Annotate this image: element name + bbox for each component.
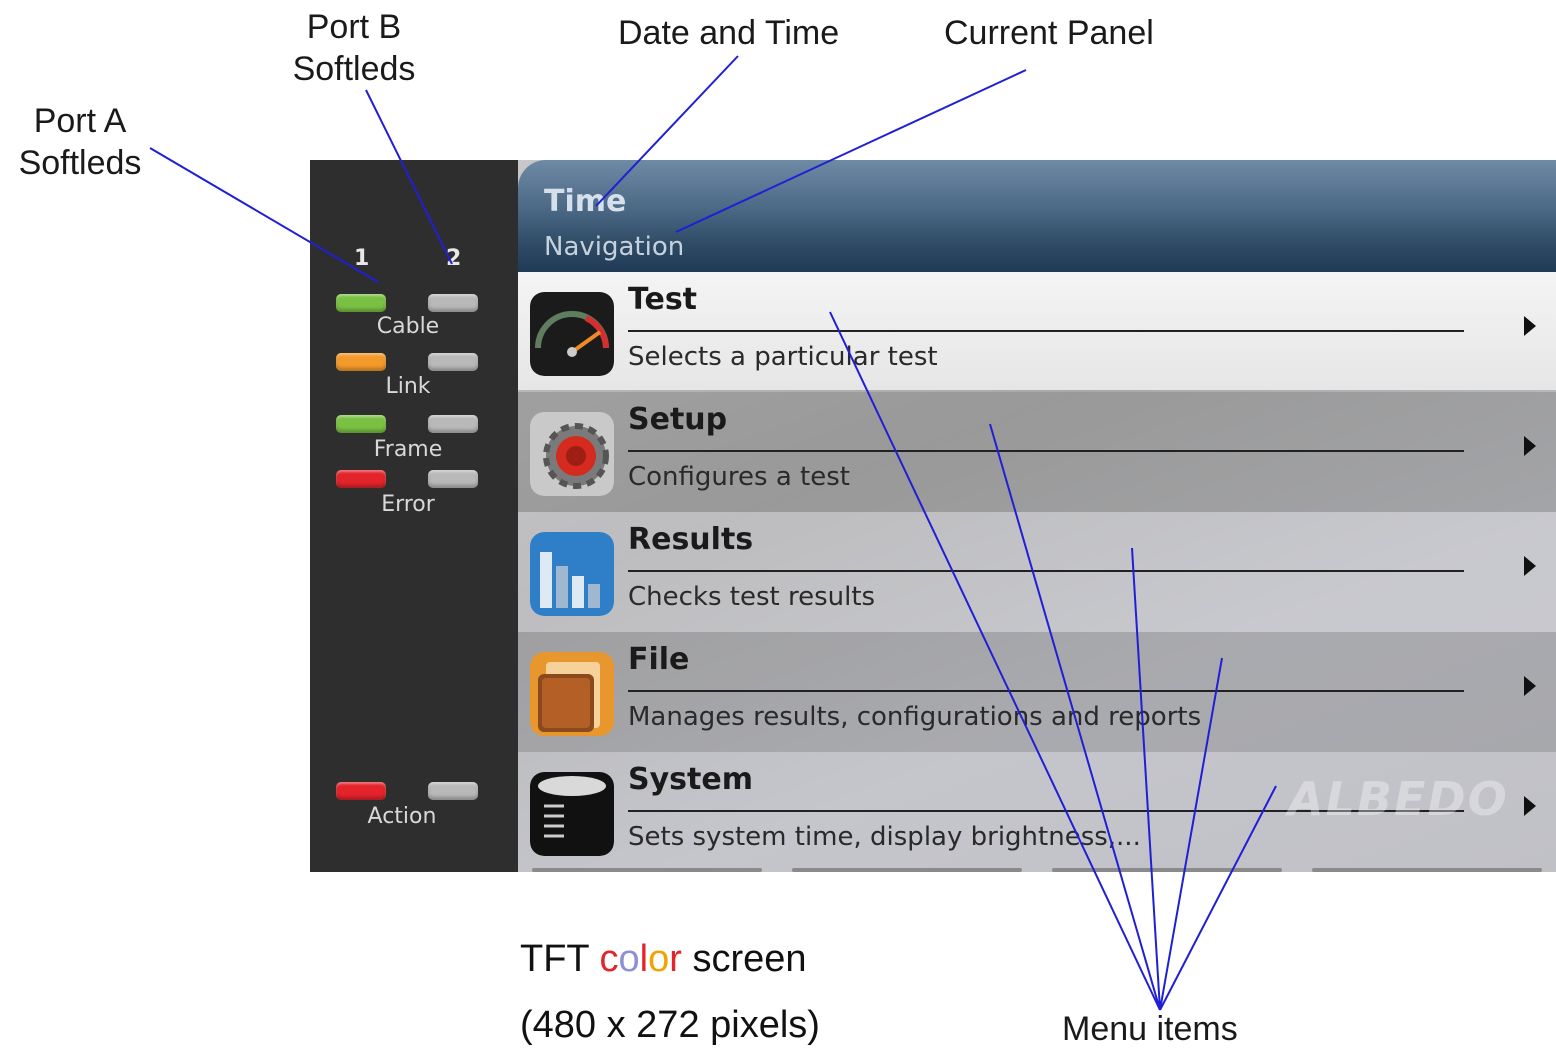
date-time-display: Time — [544, 184, 627, 219]
frame-port-a-led — [336, 415, 386, 433]
frame-led-label: Frame — [373, 437, 443, 462]
current-panel-callout: Current Panel — [944, 14, 1154, 52]
port-b-callout-line1: Port B — [306, 8, 402, 46]
date-time-callout: Date and Time — [618, 14, 840, 52]
current-panel-title: Navigation — [544, 232, 685, 262]
softkey-tab[interactable] — [532, 868, 762, 872]
menu-item-results-description: Checks test results — [628, 582, 876, 612]
tft-screen: 1 2 Cable Link Frame Error Action Time N… — [310, 160, 1556, 872]
port-a-callout-line1: Port A — [33, 102, 127, 140]
error-led-label: Error — [381, 492, 435, 517]
caption-color-letter: o — [618, 938, 640, 980]
system-icon — [530, 772, 614, 856]
menu-item-divider — [628, 450, 1464, 452]
chevron-right-icon — [1524, 316, 1536, 336]
gauge-icon — [530, 292, 614, 376]
port-b-callout-line2: Softleds — [292, 50, 416, 88]
menu-item-test[interactable]: Test Selects a particular test — [518, 272, 1556, 390]
action-port-a-led — [336, 782, 386, 800]
cable-port-b-led — [428, 294, 478, 312]
chevron-right-icon — [1524, 796, 1536, 816]
port-b-callout: Port B Softleds — [284, 6, 424, 90]
menu-item-test-title: Test — [628, 282, 698, 317]
menu-item-divider — [628, 690, 1464, 692]
screen-caption-line1: TFT color screen — [520, 938, 807, 981]
menu-item-file[interactable]: File Manages results, configurations and… — [518, 632, 1556, 752]
brand-watermark: ALBEDO — [1288, 772, 1509, 826]
softkey-tab[interactable] — [1052, 868, 1282, 872]
error-port-a-led — [336, 470, 386, 488]
chevron-right-icon — [1524, 436, 1536, 456]
action-port-b-led — [428, 782, 478, 800]
menu-item-divider — [628, 330, 1464, 332]
caption-suffix: screen — [681, 938, 807, 980]
cable-led-label: Cable — [376, 314, 440, 339]
link-led-label: Link — [385, 374, 431, 399]
menu-item-file-title: File — [628, 642, 690, 677]
port-a-callout-line2: Softleds — [18, 144, 142, 182]
chevron-right-icon — [1524, 556, 1536, 576]
cable-port-a-led — [336, 294, 386, 312]
caption-color-letter: c — [599, 938, 619, 980]
caption-color-letter: l — [639, 938, 649, 980]
menu-item-test-description: Selects a particular test — [628, 342, 938, 372]
caption-color-letter: o — [648, 938, 670, 980]
menu-item-divider — [628, 570, 1464, 572]
menu-item-setup[interactable]: Setup Configures a test — [518, 392, 1556, 512]
action-led-label: Action — [367, 804, 437, 829]
bar-chart-icon — [530, 532, 614, 616]
menu-item-results-title: Results — [628, 522, 754, 557]
menu-item-system-title: System — [628, 762, 753, 797]
menu-item-results[interactable]: Results Checks test results — [518, 512, 1556, 632]
main-panel: Time Navigation Test Selects a particula… — [518, 160, 1556, 872]
softkey-tab[interactable] — [792, 868, 1022, 872]
frame-port-b-led — [428, 415, 478, 433]
screen-caption-line2: (480 x 272 pixels) — [520, 1004, 820, 1046]
link-port-a-led — [336, 353, 386, 371]
link-port-b-led — [428, 353, 478, 371]
port-a-callout: Port A Softleds — [10, 100, 150, 184]
folder-icon — [530, 652, 614, 736]
menu-item-system-description: Sets system time, display brightness,... — [628, 822, 1141, 852]
softkey-tab[interactable] — [1312, 868, 1542, 872]
port-b-number: 2 — [446, 246, 462, 271]
menu-item-setup-description: Configures a test — [628, 462, 850, 492]
panel-header: Time Navigation — [518, 160, 1556, 272]
chevron-right-icon — [1524, 676, 1536, 696]
softled-panel: 1 2 Cable Link Frame Error Action — [310, 160, 518, 872]
error-port-b-led — [428, 470, 478, 488]
menu-item-setup-title: Setup — [628, 402, 728, 437]
menu-item-file-description: Manages results, configurations and repo… — [628, 702, 1202, 732]
port-a-number: 1 — [354, 246, 370, 271]
caption-color-letter: r — [669, 938, 682, 980]
caption-prefix: TFT — [520, 938, 600, 980]
menu-items-callout: Menu items — [1062, 1010, 1238, 1048]
gear-icon — [530, 412, 614, 496]
